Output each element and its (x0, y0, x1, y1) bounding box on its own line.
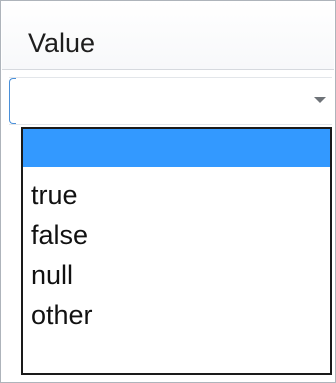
dropdown-option-label: null (31, 260, 74, 290)
dropdown-option-other[interactable]: other (23, 295, 330, 335)
dropdown-list: true false null other (21, 127, 332, 375)
chevron-down-icon[interactable] (314, 97, 326, 103)
dropdown-option-true[interactable]: true (23, 175, 330, 215)
dropdown-option-null[interactable]: null (23, 255, 330, 295)
dropdown-option-label: false (31, 220, 89, 250)
dropdown-option-label: true (31, 180, 78, 210)
column-header: Value (2, 2, 334, 70)
column-header-label: Value (28, 28, 96, 58)
combobox-focus-indicator (9, 78, 16, 124)
dropdown-option-label: other (31, 300, 93, 330)
dropdown-option-false[interactable]: false (23, 215, 330, 255)
value-combobox[interactable] (9, 77, 332, 125)
dropdown-option-empty[interactable] (23, 129, 330, 167)
